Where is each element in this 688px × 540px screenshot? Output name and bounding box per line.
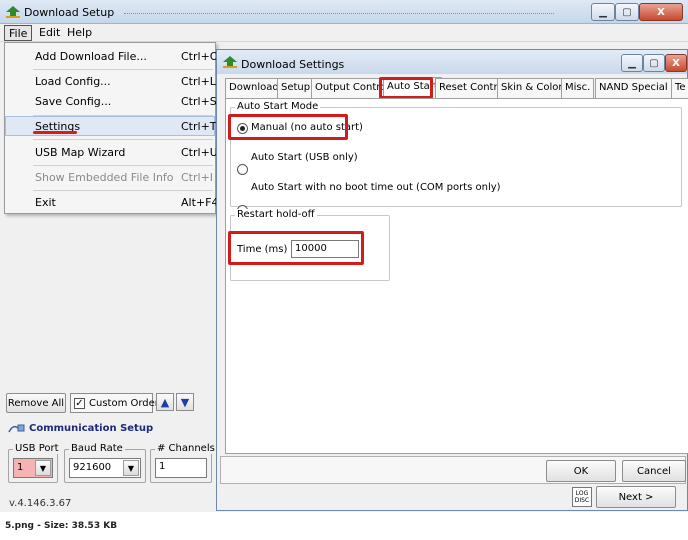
menu-file[interactable]: File <box>4 25 33 41</box>
menu-item-usb-map-wizard[interactable]: USB Map Wizard Ctrl+U <box>5 142 218 162</box>
cancel-button[interactable]: Cancel <box>622 460 686 482</box>
menu-item-exit[interactable]: Exit Alt+F4 <box>5 192 219 212</box>
remove-all-button[interactable]: Remove All <box>6 393 66 413</box>
image-caption: 5.png - Size: 38.53 KB <box>5 521 118 531</box>
tab-nand-special[interactable]: NAND Special <box>595 78 672 98</box>
file-menu: Add Download File... Ctrl+O Load Config.… <box>4 42 219 214</box>
close-button[interactable]: X <box>639 3 683 21</box>
auto-start-tab-highlight <box>379 77 433 99</box>
footer-bar: LOG DISC Next > <box>216 485 688 511</box>
main-window-title: Download Setup <box>24 6 115 19</box>
custom-order-label: Custom Order <box>89 398 159 409</box>
channels-group: # Channels 1 <box>150 443 217 483</box>
download-app-icon <box>6 6 20 18</box>
main-titlebar: Download Setup ▁ ▢ X <box>0 0 688 24</box>
custom-order-box[interactable]: ✓ Custom Order <box>70 393 159 413</box>
custom-order-checkbox[interactable]: ✓ <box>74 398 85 409</box>
menu-item-label: Add Download File... <box>35 50 147 63</box>
menu-item-shortcut: Ctrl+I <box>181 171 214 184</box>
menu-item-shortcut: Ctrl+L <box>181 75 216 88</box>
auto-start-panel: Auto Start Mode Manual (no auto start) A… <box>225 98 688 454</box>
menu-item-label: Load Config... <box>35 75 111 88</box>
plug-icon <box>8 424 25 433</box>
communication-title: Communication Setup <box>29 423 154 434</box>
left-toolbar: Remove All ✓ Custom Order ▲ ▼ <box>6 391 213 415</box>
maximize-button[interactable]: ▢ <box>615 3 639 21</box>
communication-header: Communication Setup <box>6 418 213 440</box>
dialog-title: Download Settings <box>241 58 345 71</box>
version-label: v.4.146.3.67 <box>9 498 72 509</box>
download-app-icon <box>223 56 237 68</box>
log-disc-icon[interactable]: LOG DISC <box>572 487 592 507</box>
channels-input[interactable]: 1 <box>155 458 207 478</box>
move-down-button[interactable]: ▼ <box>176 393 194 411</box>
baud-rate-value: 921600 <box>73 462 112 473</box>
dialog-close-button[interactable]: X <box>665 54 687 72</box>
next-button[interactable]: Next > <box>596 486 676 508</box>
restart-hold-off-label: Restart hold-off <box>235 209 317 220</box>
menu-separator <box>33 139 213 140</box>
menu-item-save-config[interactable]: Save Config... Ctrl+S <box>5 91 217 111</box>
usb-port-value: 1 <box>17 462 24 473</box>
menu-item-shortcut: Ctrl+T <box>181 120 217 133</box>
menu-item-shortcut: Ctrl+U <box>181 146 218 159</box>
dialog-minimize-button[interactable]: ▁ <box>621 54 643 72</box>
settings-red-underline <box>33 131 77 134</box>
tab-download[interactable]: Download <box>225 78 283 98</box>
menu-item-shortcut: Ctrl+O <box>181 50 219 63</box>
manual-option-highlight <box>228 114 348 140</box>
chevron-down-icon: ▼ <box>35 460 51 476</box>
menu-separator <box>33 69 213 70</box>
minimize-button[interactable]: ▁ <box>591 3 615 21</box>
menu-item-show-embedded-file-info[interactable]: Show Embedded File Info Ctrl+I <box>5 167 215 187</box>
baud-rate-label: Baud Rate <box>69 443 125 454</box>
log-icon-text: LOG <box>575 490 589 497</box>
download-file-list[interactable] <box>6 214 211 390</box>
usb-port-group: USB Port 1 ▼ <box>8 443 61 483</box>
tab-misc[interactable]: Misc. <box>561 78 595 98</box>
ok-button[interactable]: OK <box>546 460 616 482</box>
menu-separator <box>33 165 213 166</box>
menu-item-shortcut: Alt+F4 <box>181 196 219 209</box>
baud-rate-group: Baud Rate 921600 ▼ <box>64 443 146 483</box>
dialog-titlebar: Download Settings ▁ ▢ X <box>217 50 687 74</box>
auto-start-usb-radio[interactable] <box>237 164 248 175</box>
channels-label: # Channels <box>155 443 217 454</box>
menu-item-add-download-file[interactable]: Add Download File... Ctrl+O <box>5 46 219 66</box>
move-up-button[interactable]: ▲ <box>156 393 174 411</box>
menu-item-shortcut: Ctrl+S <box>181 95 217 108</box>
download-settings-dialog: Download Settings ▁ ▢ X Download Setup O… <box>216 49 688 511</box>
menu-item-label: Show Embedded File Info <box>35 171 174 184</box>
menu-item-label: USB Map Wizard <box>35 146 126 159</box>
auto-start-com-label: Auto Start with no boot time out (COM po… <box>251 182 501 193</box>
baud-rate-select[interactable]: 921600 ▼ <box>69 458 141 478</box>
dialog-maximize-button[interactable]: ▢ <box>643 54 665 72</box>
tab-setup[interactable]: Setup <box>277 78 315 98</box>
dialog-button-bar: OK Cancel <box>220 456 686 484</box>
title-dots <box>124 13 554 14</box>
menu-help[interactable]: Help <box>63 25 96 41</box>
log-icon-subtext: DISC <box>574 497 590 504</box>
menubar: File Edit Help <box>0 24 688 42</box>
auto-start-usb-label: Auto Start (USB only) <box>251 152 358 163</box>
settings-tabs: Download Setup Output Control Auto Start… <box>225 77 688 99</box>
auto-start-mode-label: Auto Start Mode <box>235 101 321 112</box>
tab-te[interactable]: Te <box>671 78 688 98</box>
dialog-status-area <box>220 456 686 484</box>
menu-item-label: Save Config... <box>35 95 112 108</box>
usb-port-label: USB Port <box>13 443 61 454</box>
menu-item-load-config[interactable]: Load Config... Ctrl+L <box>5 71 216 91</box>
menu-separator <box>33 190 213 191</box>
menu-item-label: Exit <box>35 196 56 209</box>
chevron-down-icon: ▼ <box>123 460 139 476</box>
menu-edit[interactable]: Edit <box>35 25 64 41</box>
time-field-highlight <box>228 231 364 265</box>
usb-port-select[interactable]: 1 ▼ <box>13 458 53 478</box>
